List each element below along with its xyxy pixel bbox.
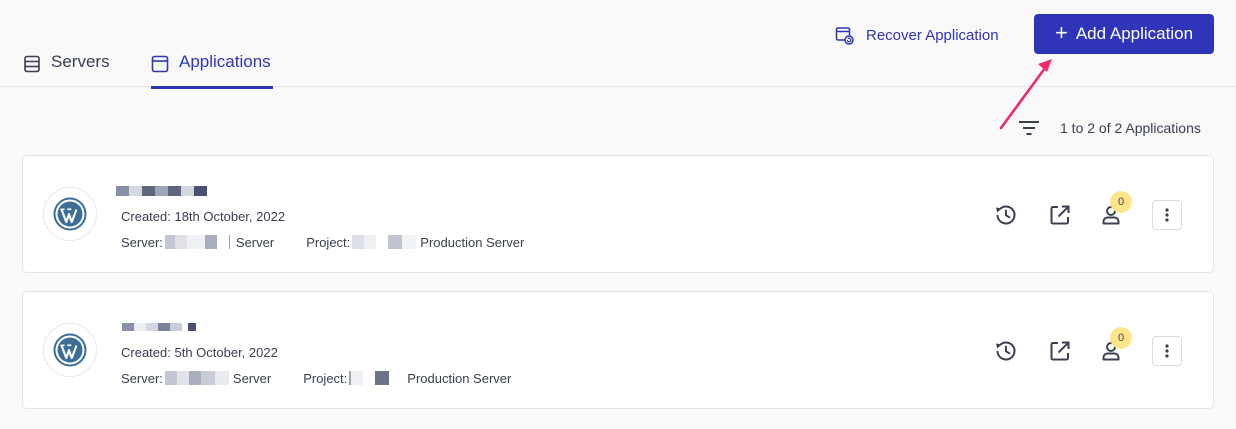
tab-servers-label: Servers [51, 52, 110, 71]
wordpress-icon [53, 197, 87, 231]
add-application-button[interactable]: + Add Application [1034, 14, 1214, 54]
created-date: Created: 18th October, 2022 [121, 209, 286, 224]
wordpress-icon [53, 333, 87, 367]
redacted-project-name [349, 371, 390, 385]
server-suffix: Server [232, 371, 272, 386]
recover-application-label: Recover Application [866, 26, 999, 44]
history-button[interactable] [993, 338, 1019, 364]
tab-servers[interactable]: Servers [23, 52, 110, 88]
collaborators-count-badge: 0 [1110, 327, 1132, 349]
filter-icon[interactable] [1018, 119, 1040, 137]
more-vertical-icon [1165, 344, 1169, 358]
tab-applications[interactable]: Applications [151, 52, 273, 89]
window-icon [151, 55, 169, 73]
server-suffix: Server [235, 235, 275, 250]
redacted-app-name [116, 186, 207, 196]
project-suffix: Production Server [407, 371, 512, 386]
wordpress-logo [43, 323, 97, 377]
redacted-app-name [122, 323, 196, 331]
collaborators-count-badge: 0 [1110, 191, 1132, 213]
application-card[interactable]: Created: 5th October, 2022 Server: Serve… [22, 291, 1214, 409]
open-external-button[interactable] [1047, 338, 1073, 364]
more-vertical-icon [1165, 208, 1169, 222]
project-label: Project: [306, 235, 351, 250]
history-icon [996, 341, 1016, 361]
project-suffix: Production Server [420, 235, 525, 250]
open-external-button[interactable] [1047, 202, 1073, 228]
add-application-label: Add Application [1075, 24, 1194, 43]
redacted-server-name [164, 371, 229, 385]
server-label: Server: [121, 235, 163, 250]
plus-icon: + [1054, 20, 1068, 45]
recover-application-link[interactable]: Recover Application [835, 24, 999, 46]
server-label: Server: [121, 371, 163, 386]
project-label: Project: [303, 371, 348, 386]
application-card[interactable]: Created: 18th October, 2022 Server: Serv… [22, 155, 1214, 273]
created-date: Created: 5th October, 2022 [121, 345, 278, 360]
redacted-project-name [352, 235, 417, 249]
server-project-row: Server: Server Project: Production Serve… [121, 371, 511, 386]
external-link-icon [1050, 341, 1070, 361]
pagination-count: 1 to 2 of 2 Applications [1060, 120, 1201, 136]
server-project-row: Server: Server Project: Production Serve… [121, 235, 524, 250]
external-link-icon [1050, 205, 1070, 225]
recover-icon [835, 26, 854, 45]
history-icon [996, 205, 1016, 225]
server-icon [24, 55, 40, 73]
more-options-button[interactable] [1152, 336, 1182, 366]
history-button[interactable] [993, 202, 1019, 228]
tab-applications-label: Applications [179, 52, 271, 71]
more-options-button[interactable] [1152, 200, 1182, 230]
redacted-server-name [164, 235, 230, 249]
wordpress-logo [43, 187, 97, 241]
